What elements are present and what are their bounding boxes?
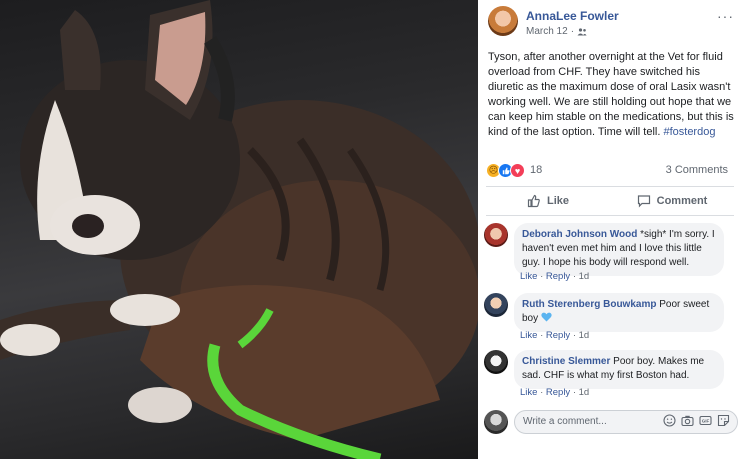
comment-action-separator: · — [570, 330, 579, 341]
comment-bubble-icon — [637, 195, 650, 208]
commenter-avatar[interactable] — [484, 293, 508, 317]
action-bar: Like Comment — [486, 186, 734, 216]
friends-audience-icon[interactable] — [577, 27, 587, 36]
comment-like-link[interactable]: Like — [520, 271, 537, 282]
hashtag-link[interactable]: #fosterdog — [663, 126, 715, 138]
comment-actions: Like · Reply · 1d — [520, 387, 589, 398]
comment-author[interactable]: Christine Slemmer — [522, 356, 610, 367]
comment-composer: Write a comment... GIF — [484, 408, 738, 436]
reaction-icons[interactable]: ☹ ♥ — [486, 163, 525, 178]
love-icon: ♥ — [510, 163, 525, 178]
dog-photo-illustration — [0, 0, 478, 459]
sticker-icon[interactable] — [717, 414, 730, 427]
viewer-avatar — [484, 410, 508, 434]
blue-heart-icon — [541, 312, 552, 322]
author-avatar[interactable] — [488, 6, 518, 36]
comment-time[interactable]: 1d — [579, 271, 590, 282]
comment-actions: Like · Reply · 1d — [520, 271, 589, 282]
post-photo[interactable] — [0, 0, 478, 459]
comment-author[interactable]: Ruth Sterenberg Bouwkamp — [522, 299, 656, 310]
commenter-avatar[interactable] — [484, 223, 508, 247]
post-date[interactable]: March 12 — [526, 26, 568, 37]
comment-action-separator: · — [537, 387, 546, 398]
reaction-count[interactable]: 18 — [530, 164, 542, 176]
comment-action-separator: · — [537, 271, 546, 282]
comment-reply-link[interactable]: Reply — [546, 271, 570, 282]
comment-like-link[interactable]: Like — [520, 330, 537, 341]
comment-action-separator: · — [537, 330, 546, 341]
comment-like-link[interactable]: Like — [520, 387, 537, 398]
comment-button[interactable]: Comment — [610, 187, 734, 215]
commenter-avatar[interactable] — [484, 350, 508, 374]
comment-time[interactable]: 1d — [579, 387, 590, 398]
comment-action-separator: · — [570, 387, 579, 398]
author-name[interactable]: AnnaLee Fowler — [526, 9, 619, 23]
comment-count[interactable]: 3 Comments — [666, 164, 728, 176]
post-side-panel: AnnaLee Fowler March 12 · ··· Tyson, aft… — [478, 0, 740, 459]
post-body: Tyson, after another overnight at the Ve… — [488, 51, 734, 138]
composer-icons: GIF — [663, 414, 730, 427]
gif-icon[interactable]: GIF — [699, 414, 712, 427]
comment-bubble: Christine Slemmer Poor boy. Makes me sad… — [514, 350, 724, 389]
post-header: AnnaLee Fowler March 12 · ··· — [488, 6, 734, 40]
comment-reply-link[interactable]: Reply — [546, 387, 570, 398]
like-button[interactable]: Like — [486, 187, 610, 215]
thumbs-up-icon — [527, 194, 540, 208]
emoji-icon[interactable] — [663, 414, 676, 427]
comment-author[interactable]: Deborah Johnson Wood — [522, 229, 637, 240]
comment-bubble: Ruth Sterenberg Bouwkamp Poor sweet boy — [514, 293, 724, 332]
comment-reply-link[interactable]: Reply — [546, 330, 570, 341]
comment-actions: Like · Reply · 1d — [520, 330, 589, 341]
comment-bubble: Deborah Johnson Wood *sigh* I'm sorry. I… — [514, 223, 724, 276]
camera-icon[interactable] — [681, 414, 694, 427]
post-meta: March 12 · — [526, 26, 587, 37]
comment-button-label: Comment — [656, 195, 708, 207]
comment-action-separator: · — [570, 271, 579, 282]
reactions-row: ☹ ♥ 18 3 Comments — [486, 162, 734, 180]
svg-text:GIF: GIF — [702, 419, 710, 424]
comment-time[interactable]: 1d — [579, 330, 590, 341]
more-options-icon[interactable]: ··· — [717, 8, 734, 24]
like-button-label: Like — [546, 195, 569, 207]
post-text: Tyson, after another overnight at the Ve… — [488, 50, 734, 140]
meta-separator: · — [570, 26, 575, 37]
